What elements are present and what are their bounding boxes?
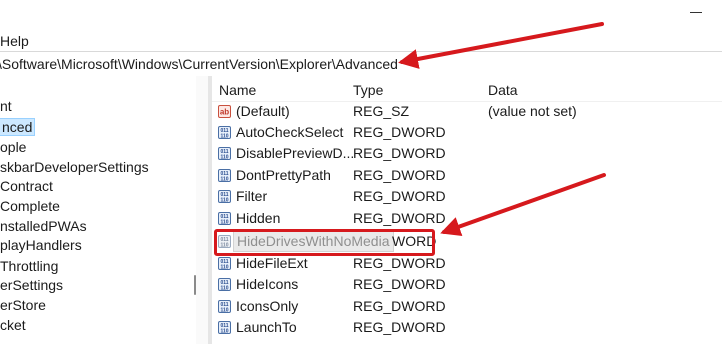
value-row[interactable]: 011 110 DisablePreviewD... REG_DWORD (212, 143, 722, 164)
address-bar[interactable]: \Software\Microsoft\Windows\CurrentVersi… (0, 51, 722, 77)
value-row[interactable]: 011 110 HideIcons REG_DWORD (212, 274, 722, 295)
dword-value-icon: 011 110 (218, 147, 231, 160)
dword-value-icon: 011 110 (218, 257, 231, 270)
tree-item[interactable]: nstalledPWAs (0, 216, 87, 236)
column-header-name[interactable]: Name (219, 82, 256, 98)
tree-item[interactable]: cket (0, 315, 26, 335)
tree-item[interactable]: erSettings (0, 275, 63, 295)
tree-item[interactable]: Complete (0, 196, 60, 216)
dword-value-icon: 011 110 (218, 300, 231, 313)
svg-text:110: 110 (220, 220, 228, 226)
title-bar (0, 0, 722, 30)
address-path[interactable]: \Software\Microsoft\Windows\CurrentVersi… (0, 56, 398, 72)
value-row[interactable]: 011 110 DontPrettyPath REG_DWORD (212, 165, 722, 186)
tree-item[interactable]: erStore (0, 295, 46, 315)
tree-scroll-thumb[interactable] (194, 275, 196, 295)
annotation-highlight-box (214, 229, 435, 256)
svg-text:ab: ab (220, 108, 229, 117)
value-row[interactable]: 011 110 AutoCheckSelect REG_DWORD (212, 122, 722, 143)
value-row[interactable]: 011 110 Hidden REG_DWORD (212, 208, 722, 229)
value-row[interactable]: ab (Default) REG_SZ (value not set) (212, 101, 722, 122)
value-row[interactable]: 011 110 LaunchTo REG_DWORD (212, 317, 722, 338)
dword-value-icon: 011 110 (218, 126, 231, 139)
dword-value-icon: 011 110 (218, 278, 231, 291)
column-header-type[interactable]: Type (353, 82, 383, 98)
tree-item[interactable]: skbarDeveloperSettings (0, 157, 149, 177)
svg-text:110: 110 (220, 329, 228, 335)
svg-text:110: 110 (220, 155, 228, 161)
svg-text:110: 110 (220, 177, 228, 183)
dword-value-icon: 011 110 (218, 169, 231, 182)
tree-item[interactable]: Throttling (0, 256, 58, 276)
tree-item[interactable]: Contract (0, 176, 53, 196)
tree-item[interactable]: nt (0, 96, 12, 116)
dword-value-icon: 011 110 (218, 321, 231, 334)
svg-text:110: 110 (220, 134, 228, 140)
value-row[interactable]: 011 110 HideFileExt REG_DWORD (212, 253, 722, 274)
minimize-icon[interactable] (690, 12, 702, 13)
svg-text:110: 110 (220, 308, 228, 314)
tree-item-selected[interactable]: nced (0, 117, 36, 137)
values-list[interactable]: Name Type Data ab (Default) REG_SZ (valu… (212, 76, 722, 344)
menu-bar: Help (0, 30, 722, 52)
value-row[interactable]: 011 110 IconsOnly REG_DWORD (212, 296, 722, 317)
value-row[interactable]: 011 110 Filter REG_DWORD (212, 186, 722, 207)
tree-scrollbar[interactable] (196, 76, 208, 344)
menu-help[interactable]: Help (0, 33, 29, 49)
string-value-icon: ab (218, 105, 231, 118)
dword-value-icon: 011 110 (218, 190, 231, 203)
tree-item[interactable]: playHandlers (0, 235, 82, 255)
key-tree[interactable]: nt nced ople skbarDeveloperSettings Cont… (0, 76, 196, 344)
svg-text:110: 110 (220, 198, 228, 204)
svg-text:110: 110 (220, 286, 228, 292)
dword-value-icon: 011 110 (218, 212, 231, 225)
tree-item[interactable]: ople (0, 137, 26, 157)
svg-text:110: 110 (220, 265, 228, 271)
column-header-data[interactable]: Data (488, 82, 518, 98)
